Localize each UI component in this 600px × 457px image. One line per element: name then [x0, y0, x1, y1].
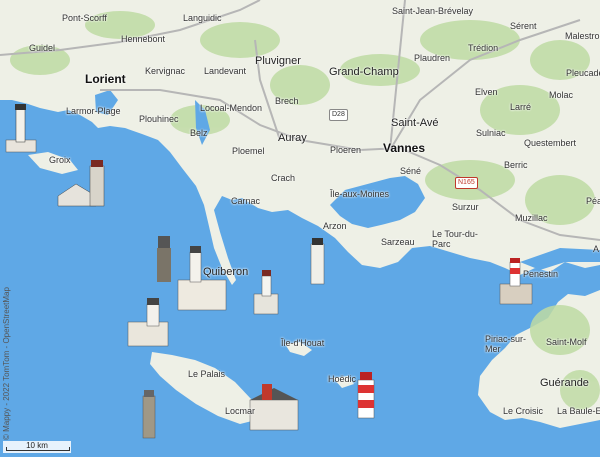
place-malestroit: Malestroit	[565, 31, 600, 41]
place-quiberon: Quiberon	[203, 266, 249, 278]
place-ile-aux-moines: Île-aux-Moines	[330, 189, 390, 199]
place-sene: Séné	[400, 166, 422, 176]
lighthouse-saint-jacques[interactable]	[310, 238, 325, 285]
place-brech: Brech	[275, 96, 299, 106]
place-penestin: Penestin	[523, 269, 559, 279]
place-kervignac: Kervignac	[145, 66, 186, 76]
scale-line	[6, 447, 70, 451]
place-landevant: Landevant	[204, 66, 247, 76]
place-muzillac: Muzillac	[515, 213, 548, 223]
place-belz: Belz	[190, 128, 208, 138]
map-canvas[interactable]	[0, 0, 600, 457]
place-larmor-plage: Larmor-Plage	[66, 106, 121, 116]
lighthouse-les-grands-cardinaux[interactable]	[357, 372, 375, 419]
place-pluvigner: Pluvigner	[255, 55, 301, 67]
place-plaudren: Plaudren	[414, 53, 451, 63]
lighthouse-teignouse[interactable]	[157, 236, 171, 282]
place-pont-scorff: Pont-Scorff	[62, 13, 107, 23]
place-saint-molf: Saint-Molf	[546, 337, 587, 347]
place-tredion: Trédion	[468, 43, 499, 53]
place-grand-champ: Grand-Champ	[329, 66, 399, 78]
place-a-edge: A	[593, 244, 600, 254]
place-crach: Crach	[271, 173, 296, 183]
place-carnac: Carnac	[231, 196, 261, 206]
place-hennebont: Hennebont	[121, 34, 166, 44]
place-plouhinec: Plouhinec	[139, 114, 179, 124]
place-serent: Sérent	[510, 21, 537, 31]
place-elven: Elven	[475, 87, 498, 97]
place-guidel: Guidel	[29, 43, 56, 53]
place-hoedic: Hoëdic	[328, 374, 357, 384]
place-la-baule: La Baule-Es	[557, 406, 600, 416]
place-saint-ave: Saint-Avé	[391, 117, 439, 129]
place-pea: Péa	[586, 196, 600, 206]
place-molac: Molac	[549, 90, 574, 100]
lighthouse-goulphar[interactable]	[142, 390, 156, 439]
road-n165-badge: N165	[455, 177, 478, 189]
place-sarzeau: Sarzeau	[381, 237, 415, 247]
place-vannes: Vannes	[383, 141, 426, 155]
place-ploeren: Ploeren	[330, 145, 362, 155]
place-houat: Île-d'Houat	[281, 338, 325, 348]
place-le-palais: Le Palais	[188, 369, 226, 379]
place-berric: Berric	[504, 160, 528, 170]
place-sulniac: Sulniac	[476, 128, 506, 138]
map-attribution: © Mappy - 2022 TomTom - OpenStreetMap	[2, 287, 11, 440]
place-pleucadec: Pleucade	[566, 68, 600, 78]
place-guerande: Guérande	[540, 377, 589, 389]
place-surzur: Surzur	[452, 202, 479, 212]
place-ploemel: Ploemel	[232, 146, 265, 156]
place-larre: Larré	[510, 102, 532, 112]
place-arzon: Arzon	[323, 221, 347, 231]
place-groix: Groix	[49, 155, 71, 165]
place-saint-jean: Saint-Jean-Brévelay	[392, 6, 474, 16]
road-d28-badge: D28	[329, 109, 348, 121]
place-lorient: Lorient	[85, 72, 126, 86]
place-languidic: Languidic	[183, 13, 222, 23]
place-auray: Auray	[278, 132, 307, 144]
place-piriac: Piriac-sur-Mer	[485, 334, 527, 354]
place-le-croisic: Le Croisic	[503, 406, 544, 416]
scale-bar: 10 km	[3, 441, 71, 453]
place-locmaria: Locmar	[225, 406, 256, 416]
place-locoal-mendon: Locoal-Mendon	[200, 103, 263, 113]
place-le-tour-du-parc: Le Tour-du-Parc	[432, 229, 478, 249]
place-questembert: Questembert	[524, 138, 577, 148]
